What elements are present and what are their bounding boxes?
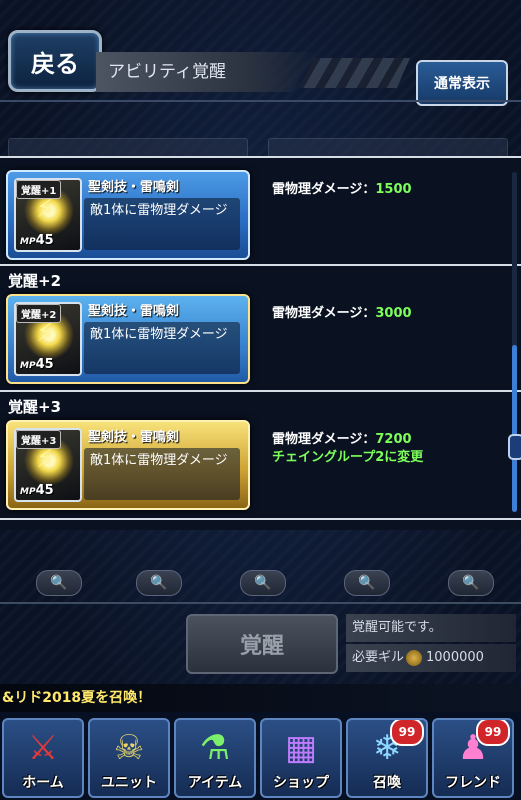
awaken-level-badge: 覚醒+3	[16, 430, 62, 449]
awaken-level-label: 覚醒+2	[8, 272, 62, 290]
nav-friend[interactable]: ♟ フレンド 99	[432, 718, 514, 798]
mp-value: 45	[35, 483, 54, 498]
magnify-button[interactable]: 🔍	[136, 570, 182, 596]
gil-cost: 必要ギル 1000000	[346, 644, 516, 672]
effect-value: 1500	[375, 182, 412, 197]
search-icon: 🔍	[50, 575, 68, 591]
scrolling-banner[interactable]: &リド2018夏を召喚！	[0, 684, 521, 712]
sword-icon: ⚔	[27, 728, 59, 768]
awaken-level-badge: 覚醒+1	[16, 180, 62, 199]
ability-effect: 雷物理ダメージ：7200	[272, 428, 412, 447]
ability-card[interactable]: 覚醒+2 MP45 聖剣技・雷鳴剣 敵1体に雷物理ダメージ	[6, 294, 250, 384]
ability-icon: 覚醒+3 MP45	[14, 428, 82, 502]
awaken-status: 覚醒可能です。	[346, 614, 516, 642]
notification-badge: 99	[390, 720, 424, 746]
awaken-level-badge: 覚醒+2	[16, 304, 62, 323]
nav-label: フレンド	[445, 775, 501, 791]
ability-name: 聖剣技・雷鳴剣	[88, 304, 180, 319]
ability-name: 聖剣技・雷鳴剣	[88, 430, 180, 445]
shop-icon: ▦	[284, 728, 318, 768]
scrollbar-fill	[512, 345, 517, 512]
title-decoration	[300, 58, 410, 88]
unit-icon: ☠	[113, 728, 145, 768]
entry-divider	[0, 264, 521, 266]
notification-badge: 99	[476, 720, 510, 746]
page-title: アビリティ覚醒	[96, 52, 318, 92]
header-divider	[0, 100, 521, 102]
nav-label: ホーム	[22, 775, 64, 791]
nav-item[interactable]: ⚗ アイテム	[174, 718, 256, 798]
nav-label: ユニット	[101, 775, 157, 791]
search-icon: 🔍	[254, 575, 272, 591]
back-button[interactable]: 戻る	[8, 30, 102, 92]
search-icon: 🔍	[462, 575, 480, 591]
effect-label: 雷物理ダメージ：	[272, 432, 376, 447]
potion-icon: ⚗	[199, 728, 231, 768]
mp-label: MP	[20, 487, 36, 497]
ability-list-panel[interactable]: 覚醒+1 MP45 聖剣技・雷鳴剣 敵1体に雷物理ダメージ 雷物理ダメージ：15…	[0, 156, 521, 530]
nav-home[interactable]: ⚔ ホーム	[2, 718, 84, 798]
scrollbar-thumb[interactable]	[508, 434, 521, 460]
ability-description: 敵1体に雷物理ダメージ	[84, 198, 240, 250]
mp-cost: MP45	[20, 357, 54, 372]
search-icon: 🔍	[150, 575, 168, 591]
effect-value: 3000	[375, 306, 412, 321]
ability-effect: 雷物理ダメージ：1500	[272, 178, 412, 197]
magnify-button[interactable]: 🔍	[344, 570, 390, 596]
gil-icon	[406, 649, 423, 666]
effect-value: 7200	[375, 432, 412, 447]
entry-divider	[0, 518, 521, 520]
nav-summon[interactable]: ❄ 召喚 99	[346, 718, 428, 798]
ability-card[interactable]: 覚醒+3 MP45 聖剣技・雷鳴剣 敵1体に雷物理ダメージ	[6, 420, 250, 510]
mp-cost: MP45	[20, 233, 54, 248]
ability-icon: 覚醒+2 MP45	[14, 302, 82, 376]
ability-description: 敵1体に雷物理ダメージ	[84, 448, 240, 500]
cost-value: 1000000	[426, 650, 484, 665]
nav-shop[interactable]: ▦ ショップ	[260, 718, 342, 798]
magnify-button[interactable]: 🔍	[448, 570, 494, 596]
ability-description: 敵1体に雷物理ダメージ	[84, 322, 240, 374]
mp-label: MP	[20, 361, 36, 371]
bottom-navigation: ⚔ ホーム ☠ ユニット ⚗ アイテム ▦ ショップ ❄ 召喚 99 ♟ フレン…	[0, 712, 521, 800]
ability-card[interactable]: 覚醒+1 MP45 聖剣技・雷鳴剣 敵1体に雷物理ダメージ	[6, 170, 250, 260]
ability-icon: 覚醒+1 MP45	[14, 178, 82, 252]
mp-value: 45	[35, 233, 54, 248]
entry-divider	[0, 390, 521, 392]
extra-effect: チェイングループ2に変更	[272, 450, 424, 465]
cost-label: 必要ギル	[352, 650, 405, 665]
magnify-button[interactable]: 🔍	[240, 570, 286, 596]
mp-cost: MP45	[20, 483, 54, 498]
mp-label: MP	[20, 237, 36, 247]
awaken-button[interactable]: 覚醒	[186, 614, 338, 674]
nav-unit[interactable]: ☠ ユニット	[88, 718, 170, 798]
background-row	[268, 138, 508, 158]
nav-label: 召喚	[373, 775, 401, 791]
magnify-button[interactable]: 🔍	[36, 570, 82, 596]
detail-buttons-row: 🔍 🔍 🔍 🔍 🔍	[0, 562, 521, 602]
section-divider	[0, 602, 521, 604]
effect-label: 雷物理ダメージ：	[272, 306, 376, 321]
ability-effect: 雷物理ダメージ：3000	[272, 302, 412, 321]
ability-name: 聖剣技・雷鳴剣	[88, 180, 180, 195]
mp-value: 45	[35, 357, 54, 372]
search-icon: 🔍	[358, 575, 376, 591]
background-row	[8, 138, 248, 158]
awaken-level-label: 覚醒+3	[8, 398, 62, 416]
nav-label: ショップ	[273, 775, 329, 791]
nav-label: アイテム	[187, 775, 243, 791]
effect-label: 雷物理ダメージ：	[272, 182, 376, 197]
